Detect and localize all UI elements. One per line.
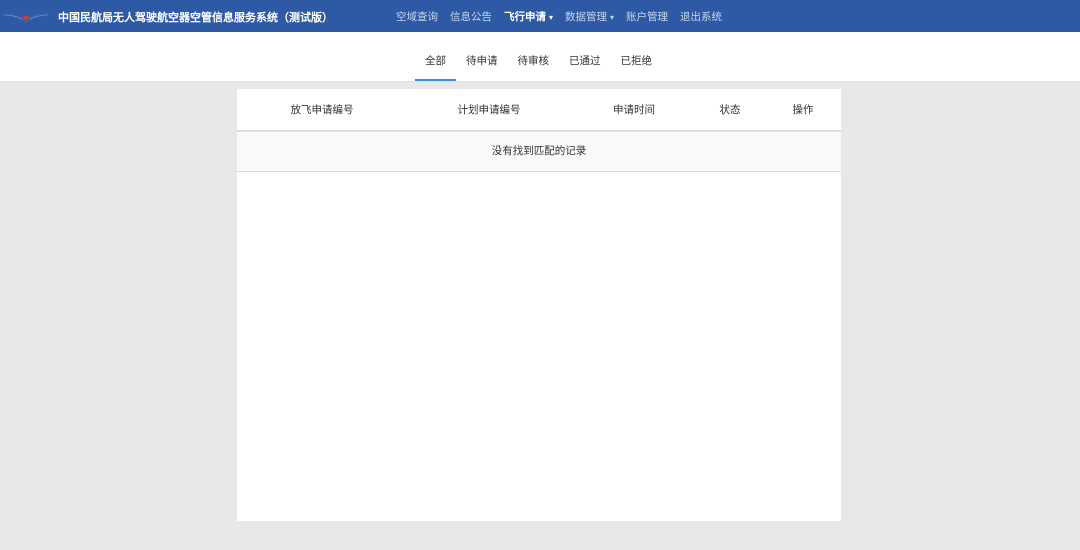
tab-pending-application[interactable]: 待申请 bbox=[456, 32, 508, 81]
tab-pending-review[interactable]: 待审核 bbox=[508, 32, 560, 81]
status-tabs: 全部 待申请 待审核 已通过 已拒绝 bbox=[415, 32, 662, 81]
caret-down-icon: ▾ bbox=[549, 12, 554, 22]
column-application-time: 申请时间 bbox=[613, 104, 655, 116]
system-title: 中国民航局无人驾驶航空器空管信息服务系统（测试版） bbox=[58, 11, 333, 24]
empty-records-message: 没有找到匹配的记录 bbox=[237, 132, 841, 172]
tab-rejected[interactable]: 已拒绝 bbox=[611, 32, 663, 81]
column-release-application-number: 放飞申请编号 bbox=[290, 104, 354, 116]
column-actions: 操作 bbox=[792, 104, 814, 116]
nav-airspace-query[interactable]: 空域查询 bbox=[396, 9, 438, 24]
nav-info-notice[interactable]: 信息公告 bbox=[450, 9, 492, 24]
nav-data-management[interactable]: 数据管理 ▾ bbox=[565, 9, 614, 24]
status-tab-bar: 全部 待申请 待审核 已通过 已拒绝 bbox=[0, 32, 1080, 82]
column-status: 状态 bbox=[719, 104, 741, 116]
records-panel: 放飞申请编号 计划申请编号 申请时间 状态 操作 没有找到匹配的记录 bbox=[237, 89, 841, 521]
caac-wings-logo-icon bbox=[2, 12, 50, 23]
caret-down-icon: ▾ bbox=[610, 12, 615, 22]
top-navbar: 中国民航局无人驾驶航空器空管信息服务系统（测试版） 空域查询 信息公告 飞行申请… bbox=[0, 0, 1080, 32]
tab-all[interactable]: 全部 bbox=[415, 32, 456, 81]
tab-approved[interactable]: 已通过 bbox=[559, 32, 611, 81]
table-header: 放飞申请编号 计划申请编号 申请时间 状态 操作 bbox=[237, 89, 841, 132]
column-plan-application-number: 计划申请编号 bbox=[457, 104, 521, 116]
main-menu: 空域查询 信息公告 飞行申请 ▾ 数据管理 ▾ 账户管理 退出系统 bbox=[396, 0, 734, 32]
nav-logout[interactable]: 退出系统 bbox=[680, 9, 722, 24]
nav-account-management[interactable]: 账户管理 bbox=[626, 9, 668, 24]
nav-flight-application[interactable]: 飞行申请 ▾ bbox=[504, 9, 553, 24]
